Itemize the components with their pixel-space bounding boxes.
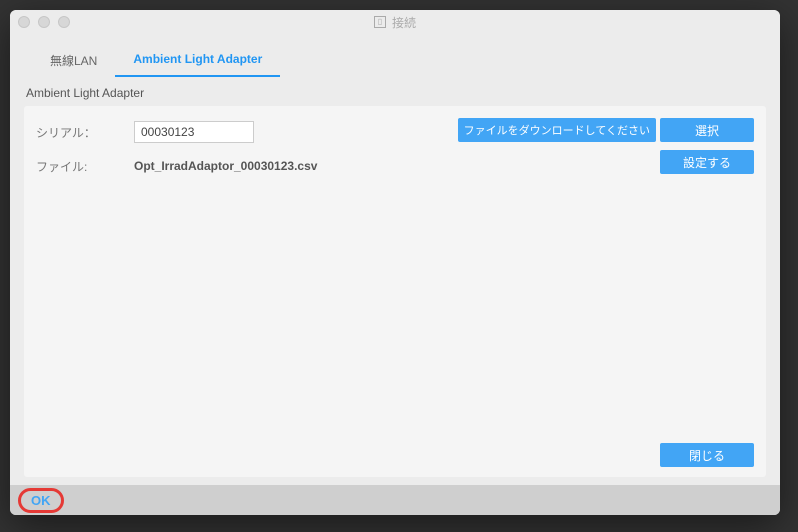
ok-button[interactable]: OK bbox=[18, 488, 64, 513]
close-action-wrap: 閉じる bbox=[660, 443, 754, 467]
serial-label: シリアル： bbox=[36, 124, 134, 141]
configure-button[interactable]: 設定する bbox=[660, 150, 754, 174]
tab-ambient-light-adapter[interactable]: Ambient Light Adapter bbox=[115, 44, 280, 77]
titlebar: ▯ 接続 bbox=[10, 10, 780, 34]
window-title: 接続 bbox=[392, 14, 416, 31]
row2-actions: 設定する bbox=[660, 150, 754, 174]
tab-bar: 無線LAN Ambient Light Adapter bbox=[24, 44, 766, 78]
window-controls bbox=[18, 16, 70, 28]
select-button[interactable]: 選択 bbox=[660, 118, 754, 142]
close-window-icon[interactable] bbox=[18, 16, 30, 28]
row-file: ファイル: Opt_IrradAdaptor_00030123.csv bbox=[36, 152, 754, 180]
section-heading: Ambient Light Adapter bbox=[24, 86, 766, 100]
file-label: ファイル: bbox=[36, 158, 134, 175]
settings-panel: シリアル： ファイル: Opt_IrradAdaptor_00030123.cs… bbox=[24, 106, 766, 477]
app-icon: ▯ bbox=[374, 16, 386, 28]
serial-input[interactable] bbox=[134, 121, 254, 143]
download-message: ファイルをダウンロードしてください bbox=[458, 118, 656, 142]
row1-actions: ファイルをダウンロードしてください 選択 bbox=[458, 118, 754, 142]
file-value: Opt_IrradAdaptor_00030123.csv bbox=[134, 159, 317, 173]
dialog-body: 無線LAN Ambient Light Adapter Ambient Ligh… bbox=[10, 34, 780, 485]
close-button[interactable]: 閉じる bbox=[660, 443, 754, 467]
footer-bar: OK bbox=[10, 485, 780, 515]
zoom-window-icon[interactable] bbox=[58, 16, 70, 28]
window-title-group: ▯ 接続 bbox=[374, 14, 416, 31]
minimize-window-icon[interactable] bbox=[38, 16, 50, 28]
tab-wireless-lan[interactable]: 無線LAN bbox=[32, 44, 115, 77]
dialog-window: ▯ 接続 無線LAN Ambient Light Adapter Ambient… bbox=[10, 10, 780, 515]
